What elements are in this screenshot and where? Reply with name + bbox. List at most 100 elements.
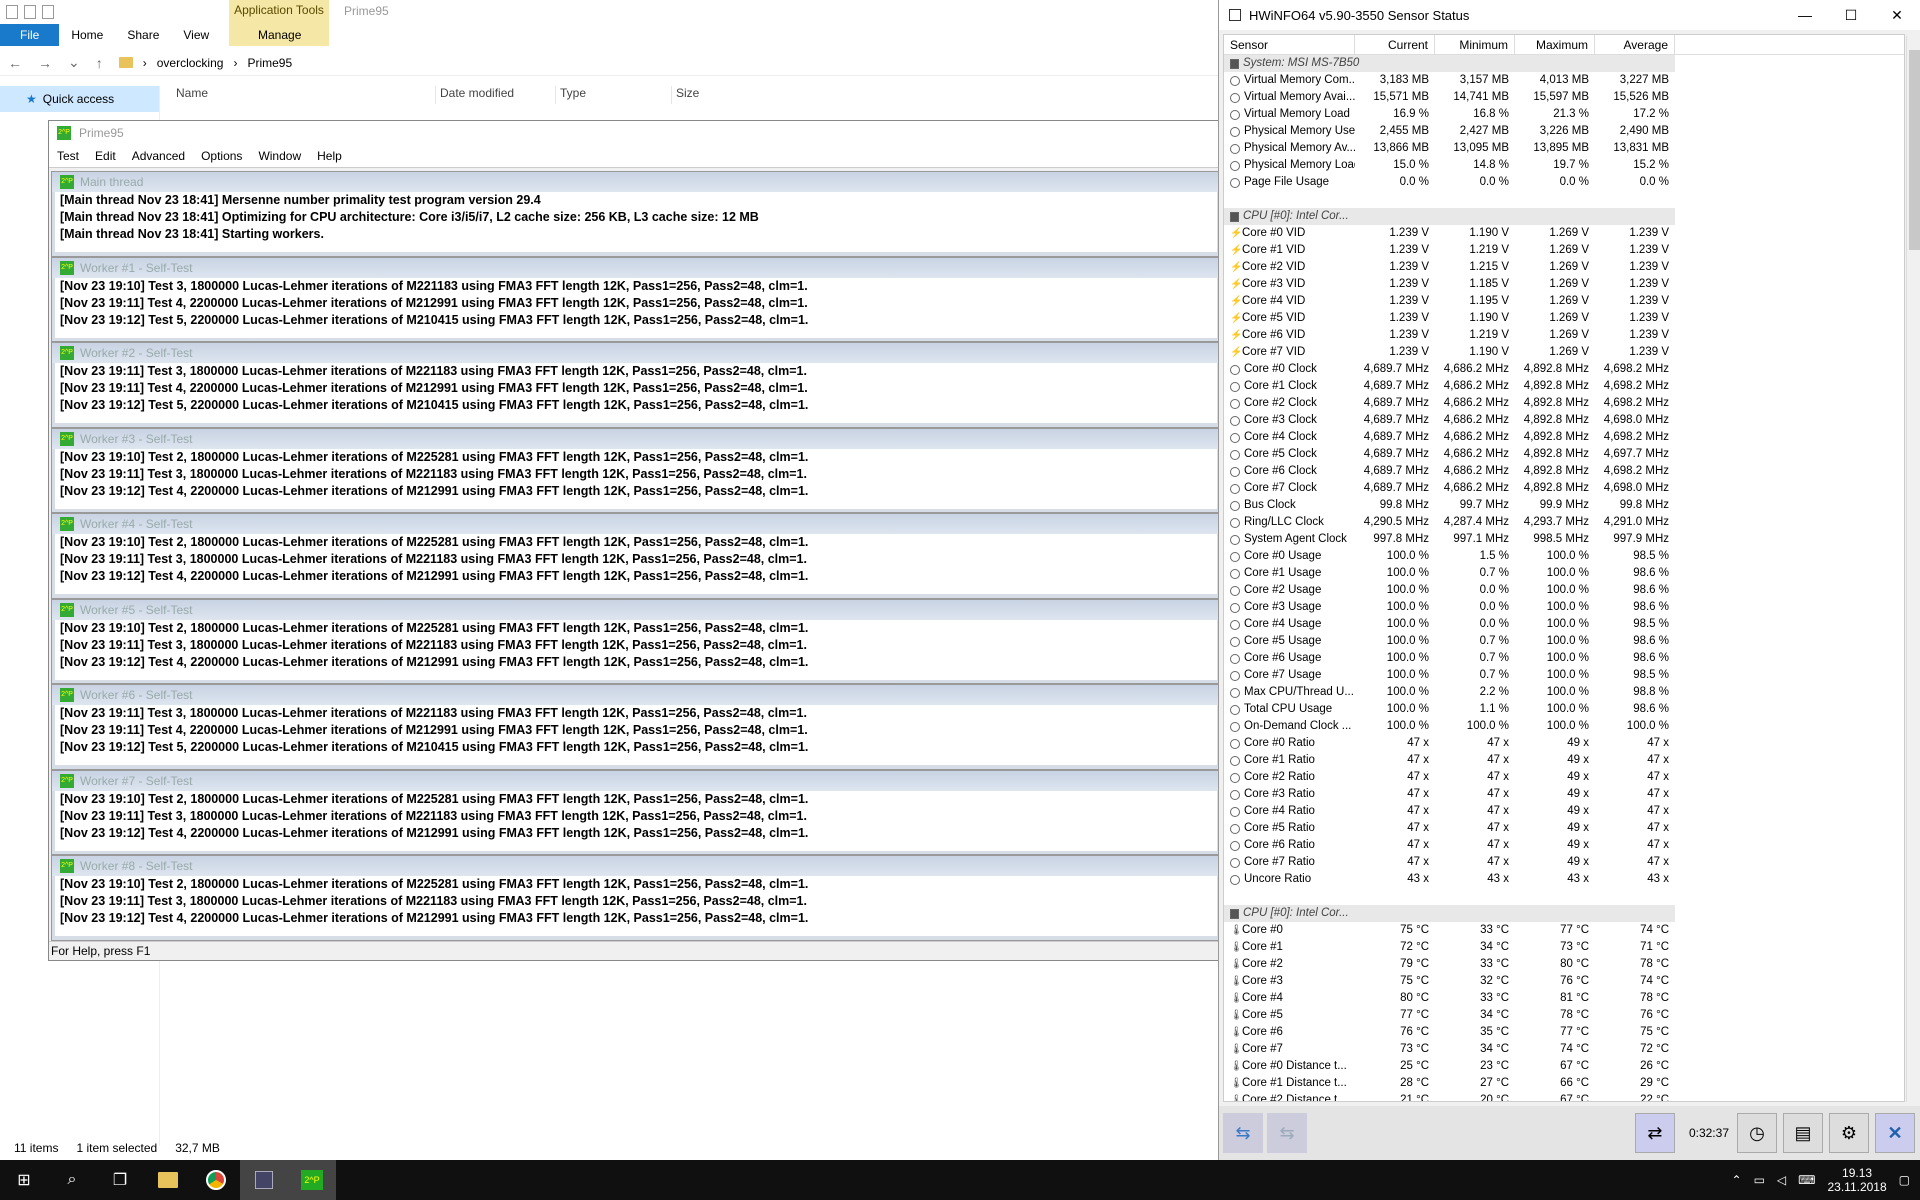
tab-manage[interactable]: Manage <box>258 28 301 42</box>
sensor-row[interactable]: Page File Usage 0.0 % 0.0 % 0.0 % 0.0 % <box>1224 174 1904 191</box>
sensor-row[interactable]: Core #7 Clock 4,689.7 MHz 4,686.2 MHz 4,892… <box>1224 480 1904 497</box>
sensor-row[interactable]: 🌡 Core #3 75 °C 32 °C 76 °C 74 °C <box>1224 973 1904 990</box>
worker-title-bar[interactable]: 2^P Main thread <box>52 172 1220 192</box>
search-icon[interactable]: ⌕ <box>48 1160 96 1200</box>
worker-window[interactable]: 2^P Worker #7 - Self-Test [Nov 23 19:10] T… <box>51 769 1221 855</box>
sensor-row[interactable]: Core #5 Usage 100.0 % 0.7 % 100.0 % 98.6 % <box>1224 633 1904 650</box>
chevron-up-icon[interactable]: ⌃ <box>1732 1173 1742 1187</box>
sensor-group-row[interactable]: CPU [#0]: Intel Cor... <box>1224 208 1904 225</box>
worker-title-bar[interactable]: 2^P Worker #3 - Self-Test <box>52 428 1220 449</box>
prime95-taskbar-icon[interactable]: 2^P <box>288 1160 336 1200</box>
worker-window[interactable]: 2^P Worker #6 - Self-Test [Nov 23 19:11] T… <box>51 684 1221 770</box>
worker-title-bar[interactable]: 2^P Worker #7 - Self-Test <box>52 770 1220 791</box>
tab-home[interactable]: Home <box>59 24 115 46</box>
header-average[interactable]: Average <box>1595 35 1675 54</box>
clock[interactable]: 19.13 23.11.2018 <box>1827 1166 1886 1194</box>
menu-test[interactable]: Test <box>57 149 79 163</box>
sensor-row[interactable]: Core #6 Ratio 47 x 47 x 49 x 47 x <box>1224 837 1904 854</box>
close-icon[interactable]: ✕ <box>1874 7 1920 24</box>
sensor-row[interactable]: Core #7 Usage 100.0 % 0.7 % 100.0 % 98.5 % <box>1224 667 1904 684</box>
worker-window[interactable]: 2^P Worker #1 - Self-Test [Nov 23 19:10] T… <box>51 256 1221 342</box>
worker-title-bar[interactable]: 2^P Worker #1 - Self-Test <box>52 257 1220 278</box>
worker-log[interactable]: [Nov 23 19:10] Test 2, 1800000 Lucas-Leh… <box>55 534 1217 594</box>
worker-log[interactable]: [Nov 23 19:10] Test 2, 1800000 Lucas-Leh… <box>55 619 1217 680</box>
sensor-row[interactable]: ⚡ Core #2 VID 1.239 V 1.215 V 1.269 V 1.239 V <box>1224 259 1904 276</box>
network-icon[interactable]: ⇄ <box>1634 1113 1675 1153</box>
sensor-row[interactable]: Core #3 Usage 100.0 % 0.0 % 100.0 % 98.6 % <box>1224 599 1904 616</box>
sensor-row[interactable]: Core #6 Clock 4,689.7 MHz 4,686.2 MHz 4,892… <box>1224 463 1904 480</box>
worker-log[interactable]: [Nov 23 19:10] Test 2, 1800000 Lucas-Leh… <box>55 876 1217 936</box>
worker-log[interactable]: [Nov 23 19:11] Test 3, 1800000 Lucas-Leh… <box>55 705 1217 765</box>
worker-window[interactable]: 2^P Worker #4 - Self-Test [Nov 23 19:10] T… <box>51 513 1221 599</box>
sensor-row[interactable]: 🌡 Core #4 80 °C 33 °C 81 °C 78 °C <box>1224 990 1904 1007</box>
sensor-row[interactable]: Uncore Ratio 43 x 43 x 43 x 43 x <box>1224 871 1904 888</box>
sensor-row[interactable]: Physical Memory Av... 13,866 MB 13,095 MB 1… <box>1224 140 1904 157</box>
menu-advanced[interactable]: Advanced <box>132 149 185 163</box>
settings-gear-icon[interactable]: ⚙ <box>1829 1113 1869 1153</box>
sensor-row[interactable]: Core #0 Clock 4,689.7 MHz 4,686.2 MHz 4,892… <box>1224 361 1904 378</box>
worker-window[interactable]: 2^P Worker #3 - Self-Test [Nov 23 19:10] T… <box>51 427 1221 513</box>
collapse-arrows-icon[interactable]: ⇆ <box>1267 1113 1307 1153</box>
worker-log[interactable]: [Nov 23 19:10] Test 3, 1800000 Lucas-Leh… <box>55 277 1217 338</box>
tab-share[interactable]: Share <box>115 24 171 46</box>
sensor-row[interactable]: ⚡ Core #5 VID 1.239 V 1.190 V 1.269 V 1.239 V <box>1224 310 1904 327</box>
sensor-row[interactable]: 🌡 Core #5 77 °C 34 °C 78 °C 76 °C <box>1224 1007 1904 1024</box>
worker-title-bar[interactable]: 2^P Worker #4 - Self-Test <box>52 514 1220 534</box>
sensor-row[interactable]: Core #3 Clock 4,689.7 MHz 4,686.2 MHz 4,892… <box>1224 412 1904 429</box>
hwinfo-title-bar[interactable]: HWiNFO64 v5.90-3550 Sensor Status — ☐ ✕ <box>1219 0 1920 30</box>
close-sensor-icon[interactable]: ✕ <box>1875 1113 1915 1153</box>
file-explorer-icon[interactable] <box>144 1160 192 1200</box>
sensor-row[interactable]: 🌡 Core #0 Distance t... 25 °C 23 °C 67 °C 26 … <box>1224 1058 1904 1075</box>
sensor-row[interactable]: Total CPU Usage 100.0 % 1.1 % 100.0 % 98.6 % <box>1224 701 1904 718</box>
chevron-down-icon[interactable]: ⌄ <box>60 54 88 71</box>
column-type[interactable]: Type <box>556 86 672 104</box>
sensor-row[interactable]: Core #4 Usage 100.0 % 0.0 % 100.0 % 98.5 % <box>1224 616 1904 633</box>
sensor-row[interactable]: 🌡 Core #2 79 °C 33 °C 80 °C 78 °C <box>1224 956 1904 973</box>
hwinfo-taskbar-icon[interactable] <box>240 1160 288 1200</box>
folder-icon[interactable] <box>6 5 18 19</box>
worker-log[interactable]: [Nov 23 19:10] Test 2, 1800000 Lucas-Leh… <box>55 790 1217 851</box>
sensor-row[interactable]: Core #7 Ratio 47 x 47 x 49 x 47 x <box>1224 854 1904 871</box>
sensor-row[interactable]: System Agent Clock 997.8 MHz 997.1 MHz 998.… <box>1224 531 1904 548</box>
worker-window[interactable]: 2^P Worker #2 - Self-Test [Nov 23 19:11] T… <box>51 342 1221 428</box>
worker-title-bar[interactable]: 2^P Worker #2 - Self-Test <box>52 343 1220 363</box>
breadcrumb-item[interactable]: overclocking <box>157 56 224 70</box>
up-arrow-icon[interactable]: ↑ <box>88 55 111 71</box>
menu-help[interactable]: Help <box>317 149 342 163</box>
maximize-icon[interactable]: ☐ <box>1828 7 1874 24</box>
sensor-row[interactable]: Bus Clock 99.8 MHz 99.7 MHz 99.9 MHz 99.8 MH… <box>1224 497 1904 514</box>
column-date[interactable]: Date modified <box>436 86 556 104</box>
header-minimum[interactable]: Minimum <box>1435 35 1515 54</box>
sensor-row[interactable]: Core #5 Ratio 47 x 47 x 49 x 47 x <box>1224 820 1904 837</box>
sensor-row[interactable]: Core #2 Usage 100.0 % 0.0 % 100.0 % 98.6 % <box>1224 582 1904 599</box>
sensor-row[interactable]: Core #1 Usage 100.0 % 0.7 % 100.0 % 98.6 % <box>1224 565 1904 582</box>
sensor-group-row[interactable]: CPU [#0]: Intel Cor... <box>1224 905 1904 922</box>
sensor-row[interactable]: Virtual Memory Avai... 15,571 MB 14,741 MB… <box>1224 89 1904 106</box>
expand-arrows-icon[interactable]: ⇆ <box>1223 1113 1263 1153</box>
sensor-row[interactable]: 🌡 Core #2 Distance t... 21 °C 20 °C 67 °C 22 … <box>1224 1092 1904 1101</box>
keyboard-icon[interactable]: ⌨ <box>1798 1173 1815 1187</box>
worker-window[interactable]: 2^P Worker #5 - Self-Test [Nov 23 19:10] T… <box>51 598 1221 684</box>
worker-title-bar[interactable]: 2^P Worker #8 - Self-Test <box>52 856 1220 876</box>
sensor-row[interactable]: Physical Memory Load 15.0 % 14.8 % 19.7 % 15… <box>1224 157 1904 174</box>
windows-start-icon[interactable]: ⊞ <box>0 1160 48 1200</box>
sensor-row[interactable]: 🌡 Core #0 75 °C 33 °C 77 °C 74 °C <box>1224 922 1904 939</box>
tab-file[interactable]: File <box>0 24 60 46</box>
task-view-icon[interactable]: ❐ <box>96 1160 144 1200</box>
notification-icon[interactable]: ▢ <box>1899 1173 1910 1187</box>
forward-arrow-icon[interactable]: → <box>30 55 60 71</box>
sensor-row[interactable]: Core #1 Clock 4,689.7 MHz 4,686.2 MHz 4,892… <box>1224 378 1904 395</box>
header-sensor[interactable]: Sensor <box>1224 35 1355 54</box>
scrollbar-thumb[interactable] <box>1909 50 1920 250</box>
minimize-icon[interactable]: — <box>1782 7 1828 24</box>
sensor-row[interactable]: ⚡ Core #0 VID 1.239 V 1.190 V 1.269 V 1.239 V <box>1224 225 1904 242</box>
column-name[interactable]: Name <box>176 86 436 104</box>
sensor-row[interactable]: Core #0 Ratio 47 x 47 x 49 x 47 x <box>1224 735 1904 752</box>
sensor-row[interactable]: 🌡 Core #1 72 °C 34 °C 73 °C 71 °C <box>1224 939 1904 956</box>
worker-log[interactable]: [Nov 23 19:10] Test 2, 1800000 Lucas-Leh… <box>55 448 1217 509</box>
sensor-row[interactable]: Core #4 Ratio 47 x 47 x 49 x 47 x <box>1224 803 1904 820</box>
network-icon[interactable]: ▭ <box>1754 1173 1765 1187</box>
header-current[interactable]: Current <box>1355 35 1435 54</box>
sensor-row[interactable]: Core #3 Ratio 47 x 47 x 49 x 47 x <box>1224 786 1904 803</box>
column-size[interactable]: Size <box>672 86 772 104</box>
